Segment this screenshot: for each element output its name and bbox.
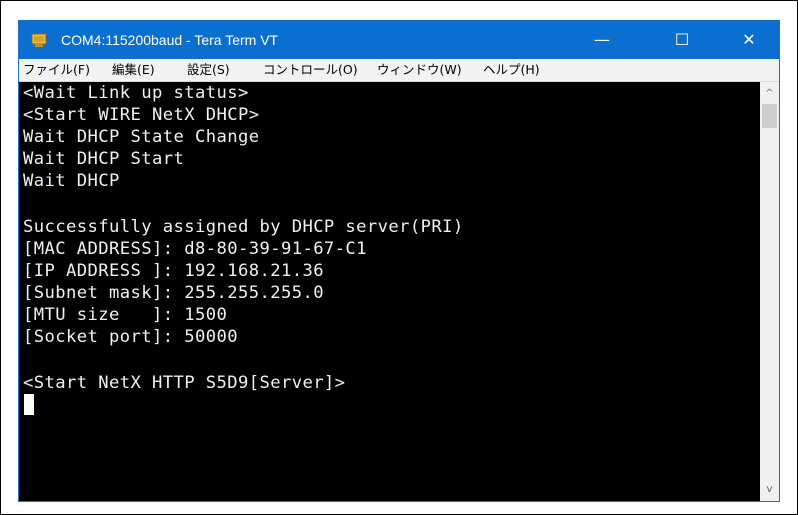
terminal-line: Wait DHCP — [23, 171, 120, 191]
menu-control[interactable]: コントロール(O) — [263, 59, 358, 81]
minimize-button[interactable]: — — [577, 21, 627, 59]
title-bar[interactable]: COM4:115200baud - Tera Term VT — ☐ ✕ — [19, 21, 779, 59]
text-cursor — [24, 394, 34, 415]
terminal-line: Successfully assigned by DHCP server(PRI… — [23, 217, 464, 237]
maximize-button[interactable]: ☐ — [657, 21, 707, 59]
menu-file[interactable]: ファイル(F) — [23, 59, 90, 81]
terminal-line: [MAC ADDRESS]: d8-80-39-91-67-C1 — [23, 239, 367, 259]
terminal-line: [Socket port]: 50000 — [23, 327, 238, 347]
close-button[interactable]: ✕ — [724, 21, 774, 59]
terminal-line: Wait DHCP State Change — [23, 127, 260, 147]
menu-help[interactable]: ヘルプ(H) — [483, 59, 540, 81]
window-title: COM4:115200baud - Tera Term VT — [61, 32, 279, 48]
terminal-line: [Subnet mask]: 255.255.255.0 — [23, 283, 324, 303]
terminal-line: [IP ADDRESS ]: 192.168.21.36 — [23, 261, 324, 281]
vertical-scrollbar[interactable]: ^ v — [760, 82, 779, 501]
terminal-screen[interactable]: <Wait Link up status> <Start WIRE NetX D… — [19, 82, 760, 501]
menu-setup[interactable]: 設定(S) — [187, 59, 230, 81]
scroll-down-icon[interactable]: v — [760, 481, 779, 499]
scrollbar-thumb[interactable] — [762, 104, 777, 128]
menu-edit[interactable]: 編集(E) — [112, 59, 155, 81]
menu-window[interactable]: ウィンドウ(W) — [377, 59, 462, 81]
terminal-line: [MTU size ]: 1500 — [23, 305, 228, 325]
tera-term-app-icon[interactable] — [31, 32, 47, 48]
menu-bar: ファイル(F) 編集(E) 設定(S) コントロール(O) ウィンドウ(W) ヘ… — [19, 59, 779, 82]
terminal-line: <Start WIRE NetX DHCP> — [23, 105, 260, 125]
terminal-line: <Start NetX HTTP S5D9[Server]> — [23, 373, 346, 393]
terminal-line: <Wait Link up status> — [23, 83, 249, 103]
terminal-line: Wait DHCP Start — [23, 149, 185, 169]
tera-term-window: COM4:115200baud - Tera Term VT — ☐ ✕ ファイ… — [18, 20, 780, 502]
scroll-up-icon[interactable]: ^ — [760, 85, 779, 103]
